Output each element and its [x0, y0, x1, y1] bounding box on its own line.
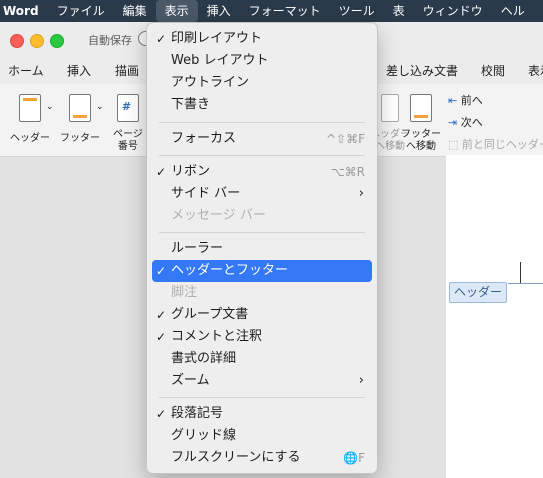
menu-item-draft[interactable]: 下書き	[152, 94, 372, 116]
zoom-window-button[interactable]	[50, 34, 64, 48]
page-number-icon: #	[116, 94, 139, 122]
document-page[interactable]	[446, 155, 543, 478]
same-as-previous-button[interactable]: ⬚ 前と同じヘッダー	[448, 136, 543, 152]
checkmark-icon: ✓	[156, 330, 167, 344]
text-cursor	[520, 262, 521, 284]
minimize-window-button[interactable]	[30, 34, 44, 48]
tab-draw[interactable]: 描画	[115, 62, 139, 79]
tab-mailings[interactable]: 差し込み文書	[386, 62, 458, 79]
page-number-button[interactable]: # ページ 番号	[113, 94, 143, 153]
go-to-footer-button[interactable]: フッター へ移動	[401, 94, 441, 153]
view-menu-dropdown: ✓ 印刷レイアウト Web レイアウト アウトライン 下書き フォーカス ^⇧⌘…	[146, 22, 378, 474]
menu-insert[interactable]: 挿入	[198, 0, 240, 22]
menu-edit[interactable]: 編集	[114, 0, 156, 22]
header-button-label: ヘッダー	[10, 133, 50, 144]
menu-item-ribbon[interactable]: ✓ リボン ⌥⌘R	[152, 161, 372, 183]
same-as-previous-label: 前と同じヘッダー	[461, 138, 543, 151]
page-number-label: ページ 番号	[113, 129, 143, 152]
checkmark-icon: ✓	[156, 407, 167, 421]
next-header-button[interactable]: ⇥ 次へ	[448, 114, 483, 130]
menu-item-ruler[interactable]: ルーラー	[152, 238, 372, 260]
submenu-arrow-icon: ›	[358, 373, 364, 388]
menu-item-master-document[interactable]: ✓ グループ文書	[152, 304, 372, 326]
menu-item-gridlines[interactable]: グリッド線	[152, 425, 372, 447]
previous-header-button[interactable]: ⇤ 前へ	[448, 92, 483, 108]
menu-item-comments[interactable]: ✓ コメントと注釈	[152, 326, 372, 348]
tab-view[interactable]: 表示	[528, 62, 543, 79]
next-label: 次へ	[460, 116, 483, 129]
menu-item-web-layout[interactable]: Web レイアウト	[152, 50, 372, 72]
menu-item-reveal-formatting[interactable]: 書式の詳細	[152, 348, 372, 370]
go-to-footer-icon	[410, 94, 432, 122]
header-boundary-line	[508, 283, 543, 284]
chevron-down-icon: ⌄	[96, 102, 104, 112]
menu-separator	[159, 397, 365, 398]
previous-label: 前へ	[460, 94, 483, 107]
checkmark-icon: ✓	[156, 32, 167, 46]
header-button[interactable]: ⌄ ヘッダー	[10, 94, 54, 144]
shortcut-full-screen: 🌐F	[343, 451, 365, 465]
checkmark-icon: ✓	[156, 165, 167, 179]
menu-separator	[159, 232, 365, 233]
next-arrow-icon: ⇥	[448, 116, 458, 129]
link-icon: ⬚	[448, 138, 459, 151]
menu-help[interactable]: ヘル	[492, 0, 534, 22]
menu-view[interactable]: 表示	[155, 0, 198, 22]
menu-file[interactable]: ファイル	[48, 0, 114, 22]
go-to-footer-label: フッター へ移動	[401, 129, 441, 152]
menu-separator	[159, 155, 365, 156]
submenu-arrow-icon: ›	[358, 186, 364, 201]
tab-home[interactable]: ホーム	[8, 62, 44, 79]
close-window-button[interactable]	[10, 34, 24, 48]
shortcut-focus: ^⇧⌘F	[325, 132, 365, 146]
menu-item-sidebar[interactable]: サイド バー ›	[152, 183, 372, 205]
footer-button[interactable]: ⌄ フッター	[60, 94, 104, 144]
header-icon	[19, 94, 41, 122]
menu-item-header-footer[interactable]: ✓ ヘッダーとフッター	[152, 260, 372, 282]
shortcut-ribbon: ⌥⌘R	[330, 165, 365, 179]
checkmark-icon: ✓	[156, 308, 167, 322]
tab-review[interactable]: 校閲	[481, 62, 505, 79]
autosave-label: 自動保存	[88, 34, 132, 47]
checkmark-icon: ✓	[156, 264, 167, 278]
chevron-down-icon: ⌄	[46, 102, 54, 112]
go-to-header-icon	[381, 94, 399, 122]
menu-item-paragraph-marks[interactable]: ✓ 段落記号	[152, 403, 372, 425]
menu-item-print-layout[interactable]: ✓ 印刷レイアウト	[152, 28, 372, 50]
footer-icon	[69, 94, 91, 122]
footer-button-label: フッター	[60, 133, 100, 144]
menu-item-message-bar: メッセージ バー	[171, 208, 266, 223]
menu-word[interactable]: Word	[0, 0, 48, 22]
menu-bar: Word ファイル 編集 表示 挿入 フォーマット ツール 表 ウィンドウ ヘル	[0, 0, 543, 22]
menu-item-footnotes: 脚注	[171, 285, 198, 300]
menu-item-focus[interactable]: フォーカス ^⇧⌘F	[152, 128, 372, 150]
header-region-tag[interactable]: ヘッダー	[449, 282, 507, 303]
menu-window[interactable]: ウィンドウ	[414, 0, 492, 22]
menu-table[interactable]: 表	[384, 0, 414, 22]
menu-item-full-screen[interactable]: フルスクリーンにする 🌐F	[152, 447, 372, 469]
previous-arrow-icon: ⇤	[448, 94, 458, 107]
menu-tools[interactable]: ツール	[330, 0, 384, 22]
menu-item-outline[interactable]: アウトライン	[152, 72, 372, 94]
menu-item-zoom[interactable]: ズーム ›	[152, 370, 372, 392]
menu-format[interactable]: フォーマット	[240, 0, 330, 22]
menu-separator	[159, 122, 365, 123]
tab-insert[interactable]: 挿入	[67, 62, 91, 79]
